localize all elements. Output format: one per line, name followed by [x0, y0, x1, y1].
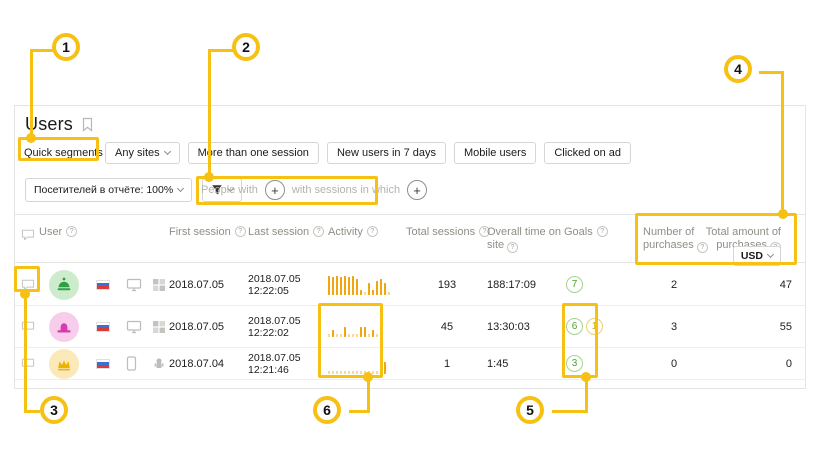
col-total-sessions: Total sessions? [406, 226, 490, 239]
user-avatar[interactable] [49, 312, 79, 342]
country-flag-ru [96, 264, 110, 305]
activity-sparkline [328, 348, 386, 379]
first-session-value: 2018.07.05 [169, 306, 224, 347]
goal-badge[interactable]: 6 [566, 318, 583, 335]
user-avatar[interactable] [49, 270, 79, 300]
os-icon [152, 306, 166, 347]
quick-segments-label[interactable]: Quick segments ? [24, 147, 118, 159]
segment-new-users-7-days[interactable]: New users in 7 days [327, 142, 446, 164]
segment-mobile-users[interactable]: Mobile users [454, 142, 536, 164]
segment-clicked-on-ad[interactable]: Clicked on ad [544, 142, 631, 164]
info-icon[interactable]: ? [597, 226, 608, 237]
info-icon[interactable]: ? [507, 242, 518, 253]
bookmark-icon[interactable] [81, 117, 94, 132]
col-overall-time: Overall time on site? [487, 226, 563, 252]
callout-3: 3 [40, 396, 68, 424]
connector-line [781, 71, 784, 214]
table-row: 2018.07.05 2018.07.0512:22:05 193 188:17… [15, 264, 805, 306]
purchases-value: 0 [643, 348, 705, 379]
goals-badges: 7 [566, 264, 583, 305]
connector-line [585, 377, 588, 413]
connector-line [30, 49, 53, 52]
connector-line [367, 377, 370, 413]
callout-4: 4 [724, 55, 752, 83]
segment-chips: Any sites More than one session New user… [105, 142, 631, 164]
device-icon [126, 348, 137, 379]
connector-dot [26, 133, 36, 143]
chevron-down-icon [164, 148, 171, 155]
first-session-value: 2018.07.04 [169, 348, 224, 379]
add-user-condition-button[interactable]: + [265, 180, 285, 200]
total-sessions-value: 1 [406, 348, 488, 379]
overall-time-value: 1:45 [487, 348, 508, 379]
segment-builder: People with + with sessions in which + [201, 178, 427, 202]
user-avatar[interactable] [49, 349, 79, 379]
country-flag-ru [96, 348, 110, 379]
connector-line [208, 49, 233, 52]
table-row: 2018.07.04 2018.07.0512:21:46 1 1:45 3 0… [15, 348, 805, 380]
connector-line [30, 49, 33, 138]
activity-sparkline [328, 306, 382, 347]
chevron-down-icon [177, 185, 184, 192]
connector-dot [581, 372, 591, 382]
col-goals: Goals? [564, 226, 608, 239]
total-sessions-value: 45 [406, 306, 488, 347]
chevron-down-icon [767, 251, 774, 258]
goal-badge[interactable]: 3 [566, 355, 583, 372]
goal-badge[interactable]: 1 [586, 318, 603, 335]
currency-dropdown[interactable]: USD [733, 246, 781, 266]
goals-badges: 61 [566, 306, 603, 347]
info-icon[interactable]: ? [66, 226, 77, 237]
last-session-value: 2018.07.0512:22:05 [248, 264, 301, 305]
col-activity: Activity? [328, 226, 378, 239]
last-session-value: 2018.07.0512:21:46 [248, 348, 301, 379]
connector-dot [778, 209, 788, 219]
device-icon [126, 306, 142, 347]
comment-bubble-icon [21, 229, 35, 241]
activity-sparkline [328, 264, 390, 305]
info-icon[interactable]: ? [313, 226, 324, 237]
people-with-label: People with [201, 184, 258, 196]
info-icon[interactable]: ? [367, 226, 378, 237]
overall-time-value: 188:17:09 [487, 264, 536, 305]
connector-line [552, 410, 588, 413]
callout-5: 5 [516, 396, 544, 424]
connector-dot [363, 372, 373, 382]
table-header: User? First session? Last session? Activ… [15, 214, 805, 263]
connector-dot [204, 172, 214, 182]
connector-line [24, 410, 40, 413]
callout-6: 6 [313, 396, 341, 424]
info-icon[interactable]: ? [235, 226, 246, 237]
table-row: 2018.07.05 2018.07.0512:22:02 45 13:30:0… [15, 306, 805, 348]
callout-2: 2 [232, 33, 260, 61]
segment-any-sites[interactable]: Any sites [105, 142, 180, 164]
country-flag-ru [96, 306, 110, 347]
goal-badge[interactable]: 7 [566, 276, 583, 293]
connector-line [24, 292, 27, 413]
purchases-value: 2 [643, 264, 705, 305]
device-icon [126, 264, 142, 305]
last-session-value: 2018.07.0512:22:02 [248, 306, 301, 347]
users-report-panel: Users Quick segments ? Any sites More th… [14, 105, 806, 389]
total-sessions-value: 193 [406, 264, 488, 305]
visitors-in-report-dropdown[interactable]: Посетителей в отчёте: 100% [25, 178, 192, 202]
col-first-session: First session? [169, 226, 246, 239]
first-session-value: 2018.07.05 [169, 264, 224, 305]
total-amount-value: 55 [780, 306, 792, 347]
col-user: User? [39, 226, 77, 239]
table-body: 2018.07.05 2018.07.0512:22:05 193 188:17… [15, 264, 805, 380]
overall-time-value: 13:30:03 [487, 306, 530, 347]
total-amount-value: 0 [786, 348, 792, 379]
callout-1: 1 [52, 33, 80, 61]
total-amount-value: 47 [780, 264, 792, 305]
col-last-session: Last session? [248, 226, 324, 239]
connector-dot [20, 289, 30, 299]
with-sessions-label: with sessions in which [292, 184, 400, 196]
os-icon [152, 264, 166, 305]
connector-line [208, 49, 211, 177]
add-session-condition-button[interactable]: + [407, 180, 427, 200]
purchases-value: 3 [643, 306, 705, 347]
os-icon [152, 348, 166, 379]
